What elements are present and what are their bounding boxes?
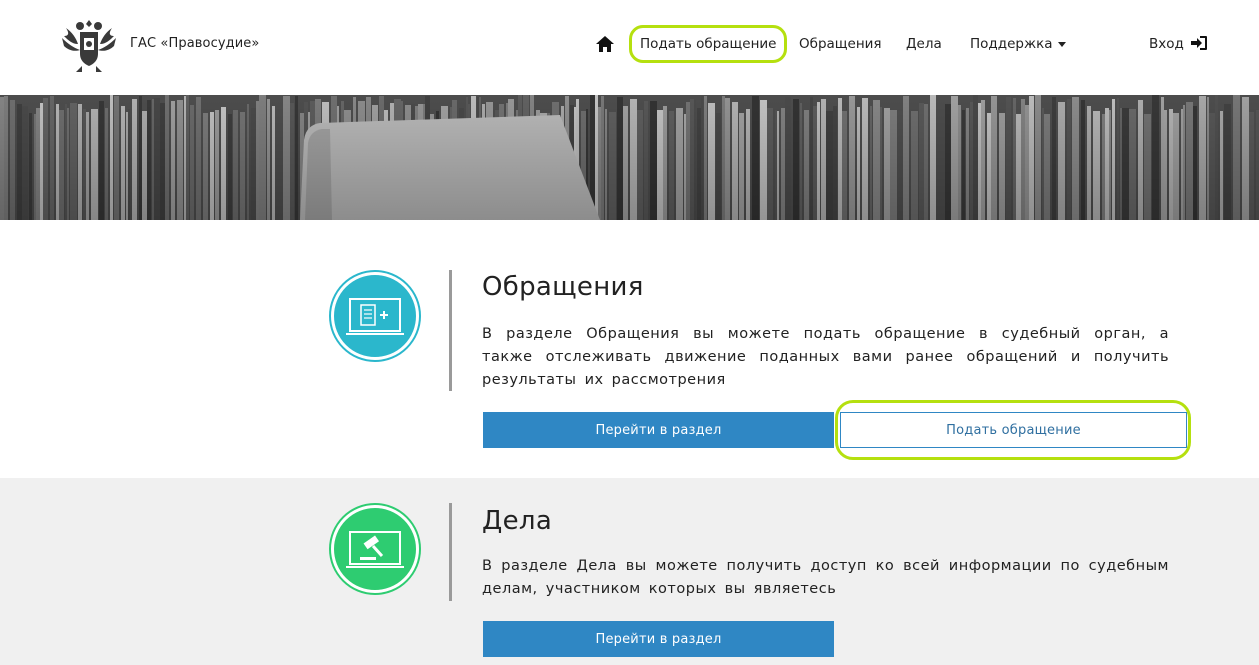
appeals-circle — [331, 272, 419, 360]
section-divider — [449, 270, 452, 391]
section-divider — [449, 503, 452, 601]
nav-login[interactable]: Вход — [1149, 36, 1208, 52]
archive-folders-image — [0, 95, 1259, 220]
nav-appeals[interactable]: Обращения — [799, 36, 882, 52]
nav-submit-appeal[interactable]: Подать обращение — [629, 25, 788, 63]
appeals-title: Обращения — [482, 272, 644, 302]
appeals-description: В разделе Обращения вы можете подать обр… — [482, 326, 1169, 388]
cases-go-button[interactable]: Перейти в раздел — [483, 621, 834, 657]
nav-login-label: Вход — [1149, 36, 1184, 52]
sign-in-icon — [1191, 36, 1208, 50]
nav-support-label: Поддержка — [970, 36, 1053, 52]
gavel-laptop-icon — [346, 531, 404, 568]
hero-banner — [0, 95, 1259, 220]
cases-circle — [331, 505, 419, 593]
appeals-go-button[interactable]: Перейти в раздел — [483, 412, 834, 448]
document-add-icon — [346, 298, 404, 335]
brand-title[interactable]: ГАС «Правосудие» — [130, 36, 259, 51]
nav-support[interactable]: Поддержка — [970, 36, 1066, 52]
caret-down-icon — [1057, 41, 1066, 47]
site-header: ГАС «Правосудие» Подать обращение Обраще… — [0, 0, 1259, 95]
cases-description: В разделе Дела вы можете получить доступ… — [482, 558, 1169, 597]
cases-section: Дела В разделе Дела вы можете получить д… — [0, 478, 1259, 665]
nav-cases[interactable]: Дела — [906, 36, 942, 52]
home-icon[interactable] — [596, 36, 614, 52]
appeals-section: Обращения В разделе Обращения вы можете … — [0, 220, 1259, 478]
cases-title: Дела — [482, 506, 553, 536]
coat-of-arms-logo[interactable] — [58, 14, 120, 76]
appeals-submit-button[interactable]: Подать обращение — [840, 412, 1187, 448]
